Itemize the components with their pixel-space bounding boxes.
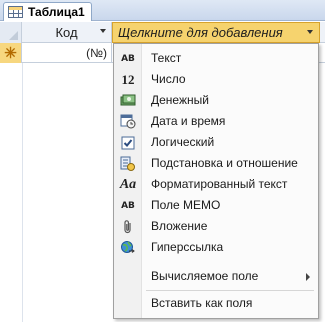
menu-item-boolean[interactable]: Логический (115, 132, 318, 153)
text-ab-icon: AB (121, 53, 135, 64)
chevron-down-icon[interactable] (100, 29, 106, 33)
chevron-right-icon (306, 273, 310, 281)
menu-item-attachment[interactable]: Вложение (115, 216, 318, 237)
menu-item-label: Денежный (151, 93, 209, 107)
menu-item-memo[interactable]: AB Поле МЕМО (115, 195, 318, 216)
column-header-kod-label: Код (55, 25, 78, 40)
lookup-icon (119, 155, 137, 172)
column-header-add-label: Щелкните для добавления (118, 25, 283, 40)
menu-item-datetime[interactable]: Дата и время (115, 111, 318, 132)
menu-item-label: Вставить как поля (151, 296, 253, 310)
table-icon (8, 6, 23, 18)
new-record-selector[interactable]: ✳ (0, 43, 22, 63)
globe-link-icon (119, 239, 137, 256)
number-12-icon: 12 (121, 71, 135, 87)
column-header-add[interactable]: Щелкните для добавления (112, 22, 320, 43)
field-type-menu: AB Текст 12 Число Денежный Дата и время (113, 43, 319, 319)
menu-item-number[interactable]: 12 Число (115, 69, 318, 90)
currency-icon (119, 92, 137, 109)
menu-item-label: Логический (151, 135, 215, 149)
menu-item-label: Вложение (151, 219, 208, 233)
memo-ab-icon: AB (121, 200, 135, 211)
document-tab-strip: Таблица1 (0, 0, 325, 21)
menu-item-label: Число (151, 72, 186, 86)
menu-item-label: Гиперссылка (151, 240, 224, 254)
menu-item-label: Форматированный текст (151, 177, 288, 191)
menu-item-label: Вычисляемое поле (151, 269, 259, 283)
menu-item-calculated[interactable]: Вычисляемое поле (115, 266, 318, 287)
menu-item-label: Дата и время (151, 114, 226, 128)
menu-separator (146, 290, 314, 291)
menu-item-currency[interactable]: Денежный (115, 90, 318, 111)
select-all-button[interactable] (0, 22, 22, 43)
column-header-kod[interactable]: Код (22, 22, 112, 43)
cell-kod-new[interactable]: (№) (22, 43, 112, 63)
menu-item-label: Текст (151, 51, 182, 65)
menu-item-paste-as-fields[interactable]: Вставить как поля (115, 293, 318, 314)
datasheet-header: Код Щелкните для добавления (0, 22, 325, 43)
menu-item-rich-text[interactable]: Aa Форматированный текст (115, 174, 318, 195)
chevron-down-icon[interactable] (307, 30, 313, 34)
tab-title: Таблица1 (28, 5, 85, 19)
rich-text-icon: Aa (119, 176, 137, 192)
menu-item-label: Подстановка и отношение (151, 156, 298, 170)
paperclip-icon (119, 218, 137, 235)
tab-table1[interactable]: Таблица1 (3, 2, 92, 21)
menu-item-text[interactable]: AB Текст (115, 48, 318, 69)
menu-item-lookup[interactable]: Подстановка и отношение (115, 153, 318, 174)
menu-item-hyperlink[interactable]: Гиперссылка (115, 237, 318, 258)
calendar-clock-icon (119, 113, 137, 130)
checkbox-icon (119, 134, 137, 151)
grid-divider (22, 63, 23, 322)
menu-item-label: Поле МЕМО (151, 198, 221, 212)
